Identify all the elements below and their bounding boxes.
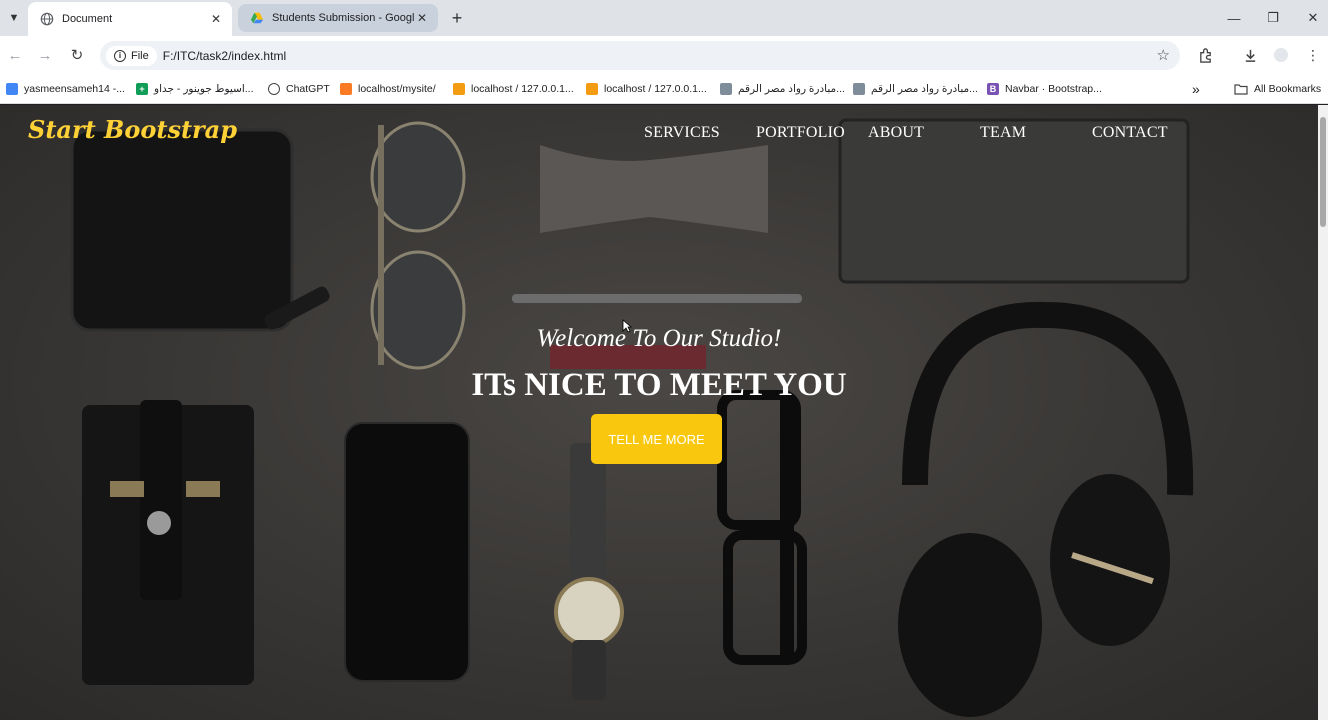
chatgpt-icon [268, 83, 280, 95]
hero-section: Start Bootstrap SERVICES PORTFOLIO ABOUT… [0, 105, 1318, 720]
site-info-chip[interactable]: i File [106, 45, 157, 66]
menu-kebab-icon[interactable]: ⋮ [1303, 45, 1323, 65]
download-icon[interactable] [1240, 45, 1260, 65]
hero-subheading: Welcome To Our Studio! [536, 325, 782, 352]
hero-heading: ITs NICE TO MEET YOU [471, 367, 847, 403]
folder-icon [1234, 84, 1248, 95]
bookmark-label: Navbar · Bootstrap... [1005, 83, 1102, 95]
tab-students-submission[interactable]: Students Submission - Google ✕ [238, 4, 438, 32]
minimize-icon[interactable]: — [1222, 6, 1246, 30]
tab-strip: ▼ Document ✕ Students Submission - Googl… [0, 0, 1328, 36]
back-icon[interactable]: ← [4, 44, 26, 66]
restore-icon[interactable]: ❐ [1261, 6, 1285, 30]
browser-toolbar: ← → ↻ i File F:/ITC/task2/index.html ☆ ⋮ [0, 36, 1328, 74]
extensions-icon[interactable] [1195, 45, 1215, 65]
bookmark-item[interactable]: localhost/mysite/ [340, 81, 436, 97]
bookmark-label: مبادرة رواد مصر الرقم... [871, 83, 978, 95]
forward-icon[interactable]: → [34, 44, 56, 66]
nav-team[interactable]: TEAM [980, 124, 1026, 142]
url-text: F:/ITC/task2/index.html [162, 48, 287, 63]
page-scrollbar[interactable] [1318, 105, 1328, 720]
chip-label: File [131, 49, 149, 62]
bookmark-item[interactable]: مبادرة رواد مصر الرقم... [853, 81, 978, 97]
bookmark-label: مبادرة رواد مصر الرقم... [738, 83, 845, 95]
globe-icon [40, 12, 54, 26]
bookmark-item[interactable]: localhost / 127.0.0.1... [586, 81, 707, 97]
bookmark-item[interactable]: yasmeensameh14 -... [6, 81, 125, 97]
scrollbar-thumb[interactable] [1320, 117, 1326, 227]
all-bookmarks[interactable]: All Bookmarks [1234, 81, 1321, 97]
new-tab-icon[interactable]: + [445, 6, 469, 30]
hero-background-image [70, 118, 1194, 717]
initiative-icon [720, 83, 732, 95]
bookmark-label: localhost / 127.0.0.1... [471, 83, 574, 95]
bookmark-item[interactable]: B Navbar · Bootstrap... [987, 81, 1102, 97]
close-tab-icon[interactable]: ✕ [208, 11, 224, 27]
tell-me-more-button[interactable]: TELL ME MORE [591, 414, 722, 464]
bootstrap-icon: B [987, 83, 999, 95]
brand-logo[interactable]: Start Bootstrap [28, 115, 237, 144]
nav-services[interactable]: SERVICES [644, 124, 720, 142]
info-icon: i [114, 49, 126, 62]
phpmyadmin-icon [453, 83, 465, 95]
bookmark-item[interactable]: localhost / 127.0.0.1... [453, 81, 574, 97]
mouse-cursor-icon [622, 319, 632, 333]
xampp-icon [340, 83, 352, 95]
bookmark-label: ChatGPT [286, 83, 330, 95]
nav-portfolio[interactable]: PORTFOLIO [756, 124, 845, 142]
google-drive-icon [250, 12, 264, 24]
nav-about[interactable]: ABOUT [868, 124, 924, 142]
profile-avatar[interactable] [1271, 45, 1291, 65]
bookmark-item[interactable]: ChatGPT [268, 81, 330, 97]
nav-contact[interactable]: CONTACT [1092, 124, 1168, 142]
bookmark-label: yasmeensameh14 -... [24, 83, 125, 95]
bookmark-star-icon[interactable]: ☆ [1157, 46, 1170, 64]
bookmark-label: localhost / 127.0.0.1... [604, 83, 707, 95]
close-tab-icon[interactable]: ✕ [414, 10, 430, 26]
bookmark-label: localhost/mysite/ [358, 83, 436, 95]
tab-document[interactable]: Document ✕ [28, 2, 232, 36]
bookmark-item[interactable]: مبادرة رواد مصر الرقم... [720, 81, 845, 97]
reload-icon[interactable]: ↻ [66, 44, 88, 66]
initiative-icon [853, 83, 865, 95]
sheets-plus-icon: + [136, 83, 148, 95]
tab-search-icon[interactable]: ▼ [4, 8, 24, 28]
close-window-icon[interactable]: ✕ [1301, 6, 1325, 30]
tab-title: Document [62, 13, 113, 25]
google-sheets-icon [6, 83, 18, 95]
phpmyadmin-icon [586, 83, 598, 95]
bookmark-item[interactable]: + اسيوط جوينور - جداو... [136, 81, 254, 97]
all-bookmarks-label: All Bookmarks [1254, 83, 1322, 95]
more-bookmarks-icon[interactable]: » [1192, 81, 1200, 97]
tab-title: Students Submission - Google [272, 12, 414, 24]
bookmark-label: اسيوط جوينور - جداو... [154, 83, 254, 95]
bookmarks-bar: yasmeensameh14 -... + اسيوط جوينور - جدا… [0, 74, 1328, 104]
address-bar[interactable]: i File F:/ITC/task2/index.html ☆ [100, 41, 1180, 70]
